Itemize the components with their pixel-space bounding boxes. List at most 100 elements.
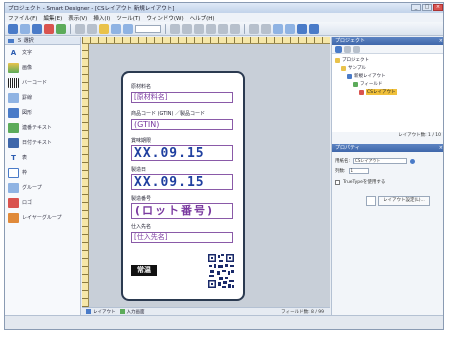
preview-icon[interactable] — [56, 23, 66, 34]
layout-settings-icon[interactable] — [366, 196, 376, 206]
tool-text[interactable]: A 文字 — [5, 45, 80, 60]
project-toolbar — [332, 45, 443, 54]
menu-help[interactable]: ヘルプ(H) — [190, 14, 215, 22]
tab-label: 入力画面 — [126, 309, 145, 315]
tool-table[interactable]: T 表 — [5, 150, 80, 165]
zoom-in-icon[interactable] — [273, 23, 283, 34]
tool-palette-header[interactable]: Ｓ 選択 — [5, 37, 80, 45]
menu-file[interactable]: ファイル(F) — [8, 14, 37, 22]
tool-frame[interactable]: 枠 — [5, 165, 80, 180]
material-field[interactable]: [原材料名] — [131, 92, 233, 103]
tool-group[interactable]: グループ — [5, 180, 80, 195]
align-bottom-icon[interactable] — [218, 23, 228, 34]
zoom-out-icon[interactable] — [285, 23, 295, 34]
layer-icon[interactable] — [261, 23, 271, 34]
tree-item[interactable]: サンプル — [341, 65, 366, 71]
tool-label: 表 — [22, 155, 28, 161]
tool-line[interactable]: 罫線 — [5, 90, 80, 105]
menu-edit[interactable]: 編集(E) — [43, 14, 62, 22]
paper-name-label: 用紙名: — [335, 159, 351, 164]
align-top-icon[interactable] — [206, 23, 216, 34]
properties-icon[interactable] — [353, 45, 360, 53]
tool-shape[interactable]: 図形 — [5, 105, 80, 120]
tool-barcode[interactable]: バーコード — [5, 75, 80, 90]
window-controls: _ □ × — [411, 4, 443, 11]
tree-item[interactable]: フィールド — [353, 81, 382, 87]
layout-settings-button[interactable]: レイアウト設定(L)... — [378, 196, 430, 206]
property-panel-title: プロパティ — [335, 145, 360, 151]
supplier-field[interactable]: [仕入先名] — [131, 232, 233, 243]
layout-count: レイアウト数: 1 / 10 — [398, 133, 441, 138]
close-icon[interactable]: × — [439, 144, 443, 152]
close-icon[interactable]: × — [439, 37, 443, 45]
manufacture-date-value: XX.09.15 — [134, 175, 205, 190]
tab-layout[interactable]: レイアウト — [86, 309, 116, 315]
best-before-field[interactable]: XX.09.15 — [131, 145, 233, 161]
grid-icon[interactable] — [249, 23, 259, 34]
cut-icon[interactable] — [99, 23, 109, 34]
design-canvas[interactable]: 原材料名 [原材料名] 商品コード (GTIN) ／製品コード (GTIN) 賞… — [82, 37, 330, 307]
tool-layer-group[interactable]: レイヤーグループ — [5, 210, 80, 225]
tree-item[interactable]: プロジェクト — [335, 57, 369, 63]
barcode-icon — [8, 77, 19, 88]
font-size-select[interactable] — [135, 24, 161, 33]
lot-number-field[interactable]: (ロット番号) — [131, 203, 233, 219]
new-icon[interactable] — [8, 23, 18, 34]
toolbar-divider — [165, 23, 166, 34]
qr-code[interactable] — [207, 253, 235, 289]
field-caption: 賞味期限 — [131, 138, 152, 144]
print-icon[interactable] — [44, 23, 54, 34]
tree-item-label: 新規レイアウト — [354, 74, 386, 79]
manufacture-date-field[interactable]: XX.09.15 — [131, 174, 233, 190]
align-left-icon[interactable] — [170, 23, 180, 34]
tool-label: 罫線 — [22, 95, 33, 101]
tool-label: 図形 — [22, 110, 33, 116]
date-text-icon — [8, 137, 19, 148]
open-icon[interactable] — [20, 23, 30, 34]
menu-view[interactable]: 表示(V) — [68, 14, 87, 22]
storage-stamp[interactable]: 常温 — [131, 265, 157, 276]
undo-icon[interactable] — [75, 23, 85, 34]
canvas-workspace: 原材料名 [原材料名] 商品コード (GTIN) ／製品コード (GTIN) 賞… — [89, 44, 330, 307]
tree-item-label: フィールド — [360, 82, 383, 87]
tool-image[interactable]: 画像 — [5, 60, 80, 75]
redo-icon[interactable] — [87, 23, 97, 34]
zoom-fit-icon[interactable] — [297, 23, 307, 34]
toolbar-divider — [70, 23, 71, 34]
zoom-page-icon[interactable] — [309, 23, 319, 34]
align-center-icon[interactable] — [182, 23, 192, 34]
label-layout[interactable]: 原材料名 [原材料名] 商品コード (GTIN) ／製品コード (GTIN) 賞… — [121, 71, 245, 301]
close-button[interactable]: × — [433, 4, 443, 11]
paper-name-input[interactable]: CSレイアウト — [353, 158, 408, 164]
save-icon[interactable] — [32, 23, 42, 34]
tool-serial-text[interactable]: 連番テキスト — [5, 120, 80, 135]
menu-insert[interactable]: 挿入(I) — [93, 14, 110, 22]
toolbar-divider — [244, 23, 245, 34]
tab-input-screen[interactable]: 入力画面 — [119, 309, 145, 315]
info-icon[interactable] — [410, 158, 416, 164]
menu-window[interactable]: ウィンドウ(W) — [146, 14, 183, 22]
align-right-icon[interactable] — [194, 23, 204, 34]
copy-icon[interactable] — [111, 23, 121, 34]
field-caption: 仕入先名 — [131, 224, 152, 230]
tree-item-selected[interactable]: CSレイアウト — [359, 89, 397, 95]
vertical-ruler — [82, 44, 89, 307]
gtin-field[interactable]: (GTIN) — [131, 119, 233, 130]
window-title: プロジェクト - Smart Designer - [CSレイアウト 新規レイア… — [8, 6, 175, 12]
minimize-button[interactable]: _ — [411, 4, 421, 11]
truetype-checkbox[interactable] — [335, 179, 340, 185]
layout-icon — [359, 89, 364, 95]
paste-icon[interactable] — [123, 23, 133, 34]
tab-label: レイアウト — [93, 309, 116, 315]
maximize-button[interactable]: □ — [422, 4, 432, 11]
menu-bar: ファイル(F) 編集(E) 表示(V) 挿入(I) ツール(T) ウィンドウ(W… — [5, 13, 443, 22]
menu-tools[interactable]: ツール(T) — [116, 14, 140, 22]
column-count-input[interactable]: 1 — [348, 168, 369, 174]
tool-logo[interactable]: ロゴ — [5, 195, 80, 210]
add-layout-icon[interactable] — [335, 45, 342, 53]
tool-date-text[interactable]: 日付テキスト — [5, 135, 80, 150]
delete-layout-icon[interactable] — [344, 45, 351, 53]
distribute-icon[interactable] — [230, 23, 240, 34]
tree-item[interactable]: 新規レイアウト — [347, 73, 386, 79]
property-panel: 用紙名: CSレイアウト 列数: 1 TrueTypeを使用する レイアウト設定… — [332, 152, 443, 244]
